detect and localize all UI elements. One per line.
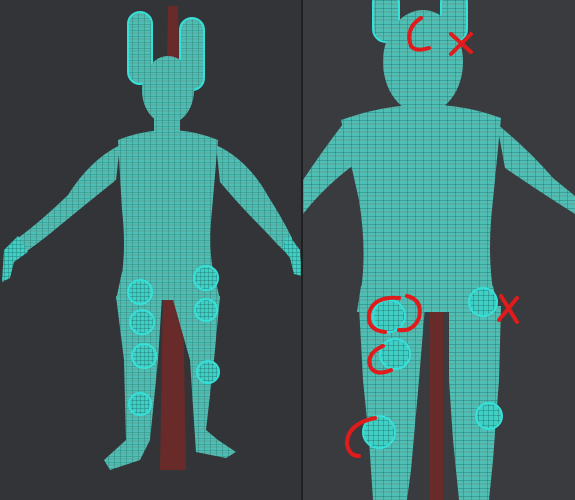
front-view-canvas [2,6,302,470]
left-knee-joint [131,343,157,369]
left-thigh-joint [129,309,155,335]
right-thigh-joint [194,298,218,322]
torso [341,104,501,290]
right-hip-joint [468,287,498,317]
left-knee-joint [379,338,411,370]
left-shin-joint [128,392,152,416]
right-arm [497,124,575,214]
right-knee-joint [196,360,220,384]
head [383,10,463,114]
torso [118,130,218,275]
left-hip-joint [127,279,153,305]
right-hip-annotation [497,294,519,324]
left-leg [359,306,425,500]
viewport-screenshot [0,0,575,500]
left-arm [10,145,120,262]
closeup-view-panel[interactable] [303,0,575,500]
right-hip-joint [193,265,219,291]
bone-shaft [429,300,443,500]
front-view-panel[interactable] [0,0,303,500]
right-knee-joint [475,402,503,430]
closeup-view-canvas [303,0,575,500]
left-hip-joint [372,299,406,333]
